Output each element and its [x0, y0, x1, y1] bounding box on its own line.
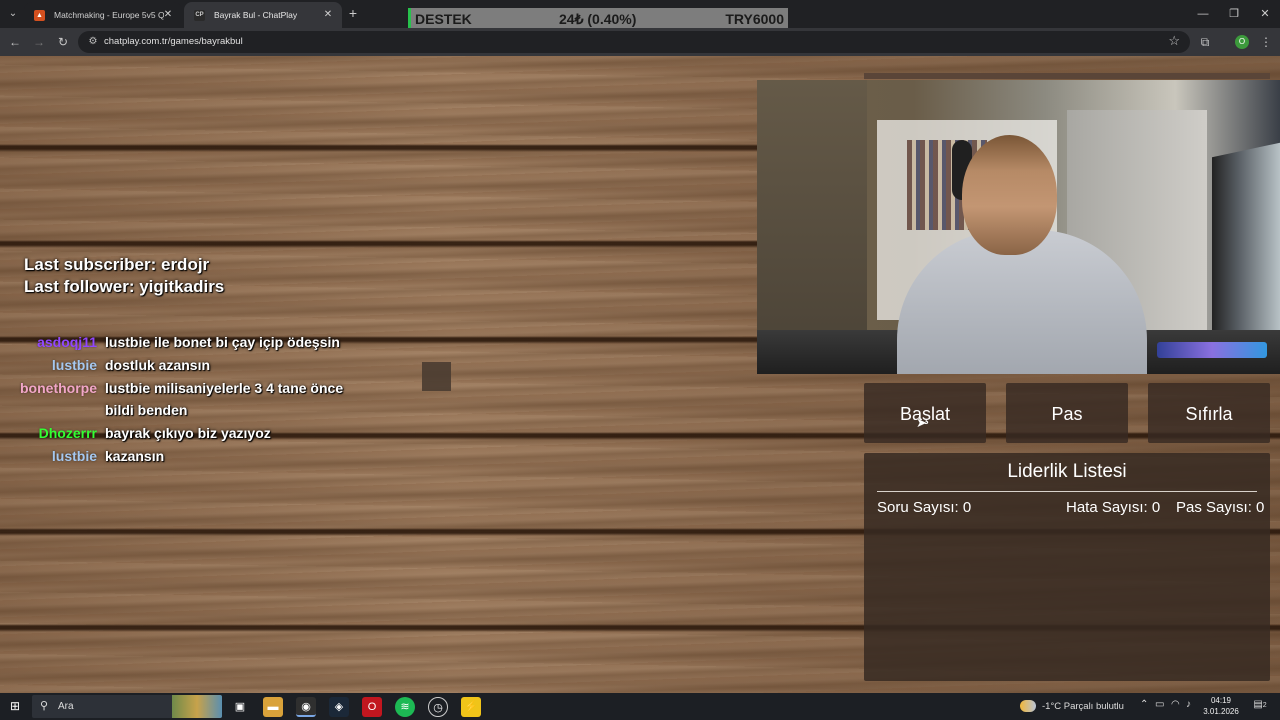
opera-icon[interactable]: O — [362, 697, 382, 717]
start-button[interactable]: Başlat — [864, 383, 986, 443]
windows-start-icon[interactable]: ⊞ — [8, 699, 22, 713]
chat-username: Dhozerrr — [38, 425, 97, 441]
tab-matchmaking[interactable]: ▲ Matchmaking - Europe 5v5 Qu ✕ — [24, 2, 182, 28]
faceit-favicon-icon: ▲ — [34, 10, 45, 21]
last-follower-text: Last follower: yigitkadirs — [24, 277, 225, 296]
close-icon[interactable]: ✕ — [162, 2, 174, 28]
close-icon[interactable]: ✕ — [322, 2, 334, 28]
donation-ticker: DESTEK 24₺ (0.40%) TRY6000 — [408, 8, 788, 30]
pass-count: Pas Sayısı: 0 — [1176, 499, 1265, 516]
address-bar[interactable]: ⚙ chatplay.com.tr/games/bayrakbul ☆ — [78, 31, 1190, 53]
error-count: Hata Sayısı: 0 — [1066, 499, 1161, 516]
mouse-cursor-icon: ➤ — [916, 415, 927, 430]
chat-username: asdoqj11 — [37, 334, 97, 350]
weather-icon — [1020, 700, 1036, 713]
weather-widget[interactable]: -1°C Parçalı bulutlu — [1020, 693, 1124, 720]
time-text: 04:19 — [1210, 696, 1232, 705]
tab-bayrak-bul[interactable]: CP Bayrak Bul - ChatPlay ✕ — [184, 2, 342, 28]
decorative-square — [422, 362, 451, 391]
chat-username: bonethorpe — [20, 380, 97, 396]
leaderboard-title: Liderlik Listesi — [1007, 461, 1127, 482]
back-arrow-icon[interactable]: ← — [6, 33, 24, 51]
minimize-button[interactable]: — — [1190, 4, 1216, 24]
chat-message: bonethorpe lustbie milisaniyelerle 3 4 t… — [0, 377, 420, 421]
search-placeholder: Ara — [58, 701, 74, 712]
chat-message: Dhozerrr bayrak çıkıyo biz yazıyoz — [0, 422, 420, 444]
new-tab-button[interactable]: + — [346, 5, 360, 21]
taskbar-clock[interactable]: 04:19 3.01.2026 — [1198, 695, 1244, 717]
site-info-icon[interactable]: ⚙ — [86, 35, 100, 49]
chat-username: lustbie — [51, 357, 97, 373]
close-window-button[interactable]: ✕ — [1252, 4, 1278, 24]
bookmark-star-icon[interactable]: ☆ — [1168, 33, 1180, 49]
chrome-icon[interactable]: ◉ — [296, 697, 316, 717]
ticker-goal: TRY6000 — [725, 11, 784, 27]
question-count: Soru Sayısı: 0 — [877, 499, 972, 516]
spotify-icon[interactable]: ≋ — [395, 697, 415, 717]
volume-icon[interactable]: ♪ — [1186, 699, 1191, 710]
extensions-icon[interactable]: ⧉ — [1196, 33, 1214, 51]
chat-message: asdoqj11 lustbie ile bonet bi çay içip ö… — [0, 331, 420, 353]
tab-title: Matchmaking - Europe 5v5 Qu — [54, 10, 164, 20]
ticker-amount: 24₺ (0.40%) — [559, 11, 637, 27]
profile-avatar[interactable]: O — [1235, 35, 1249, 49]
clock-app-icon[interactable]: ◷ — [428, 697, 448, 717]
tab-title: Bayrak Bul - ChatPlay — [214, 10, 298, 20]
chat-message: lustbie kazansın — [0, 445, 420, 467]
chat-text: lustbie milisaniyelerle 3 4 tane önce bi… — [105, 380, 344, 418]
chat-username: lustbie — [51, 448, 97, 464]
restore-button[interactable]: ❐ — [1221, 4, 1247, 24]
leaderboard-panel: Liderlik Listesi Soru Sayısı: 0 Hata Say… — [864, 453, 1270, 681]
webcam-feed — [757, 80, 1280, 374]
pass-button[interactable]: Pas — [1006, 383, 1128, 443]
chat-text: dostluk azansın — [105, 357, 211, 373]
tray-overflow-icon[interactable]: ⌃ — [1140, 699, 1148, 710]
taskbar-search[interactable]: ⚲ Ara — [32, 695, 222, 718]
reload-icon[interactable]: ↻ — [54, 33, 72, 51]
chat-text: lustbie ile bonet bi çay içip ödeşsin — [105, 334, 340, 350]
task-view-icon[interactable]: ▣ — [230, 697, 250, 717]
network-drive-icon[interactable]: ▭ — [1155, 699, 1164, 710]
chatplay-favicon-icon: CP — [194, 10, 205, 21]
last-subscriber-text: Last subscriber: erdojr — [24, 255, 210, 274]
chat-list: asdoqj11 lustbie ile bonet bi çay içip ö… — [0, 331, 420, 468]
notification-icon[interactable]: ▤2 — [1253, 699, 1267, 713]
chat-text: bayrak çıkıyo biz yazıyoz — [105, 425, 271, 441]
app-icon[interactable]: ⚡ — [461, 697, 481, 717]
notification-count: 2 — [1262, 702, 1267, 709]
game-page: Last subscriber: erdojr Last follower: y… — [0, 56, 1280, 693]
chat-text: kazansın — [105, 448, 165, 464]
url-text[interactable]: chatplay.com.tr/games/bayrakbul — [104, 31, 243, 53]
taskbar: ⊞ ⚲ Ara ▣ ▬ ◉ ◈ O ≋ ◷ ⚡ -1°C Parçalı bul… — [0, 693, 1280, 720]
search-icon: ⚲ — [40, 700, 49, 712]
chat-message: lustbie dostluk azansın — [0, 354, 420, 376]
steam-icon[interactable]: ◈ — [329, 697, 349, 717]
reset-button[interactable]: Sıfırla — [1148, 383, 1270, 443]
date-text: 3.01.2026 — [1203, 707, 1239, 716]
tab-search-button[interactable]: ⌄ — [4, 5, 22, 23]
wifi-icon[interactable]: ◠ — [1171, 699, 1180, 710]
browser-toolbar: ← → ↻ ⚙ chatplay.com.tr/games/bayrakbul … — [0, 28, 1280, 56]
search-highlight-image — [172, 695, 222, 718]
file-explorer-icon[interactable]: ▬ — [263, 697, 283, 717]
weather-text: -1°C Parçalı bulutlu — [1042, 701, 1124, 712]
divider — [877, 491, 1257, 492]
menu-dots-icon[interactable]: ⋮ — [1257, 33, 1275, 51]
panel-top-strip — [864, 73, 1270, 79]
ticker-label: DESTEK — [415, 11, 472, 27]
forward-arrow-icon[interactable]: → — [30, 33, 48, 51]
